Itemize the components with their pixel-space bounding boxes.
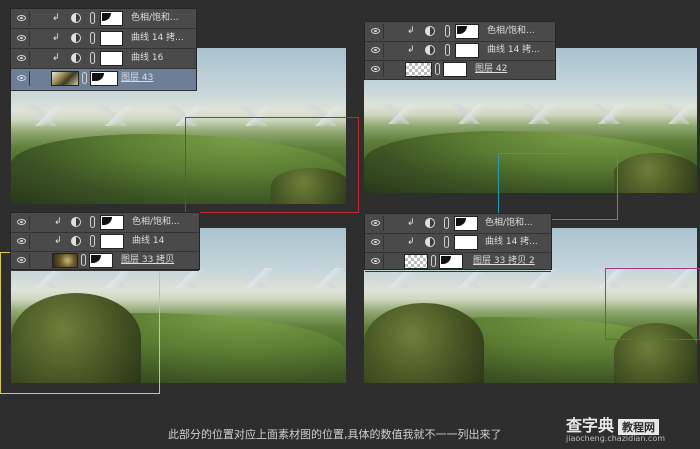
eye-icon[interactable] — [368, 235, 384, 250]
layer-name: 色相/饱和... — [487, 26, 535, 36]
chain-link-icon — [435, 63, 440, 75]
adjustment-icon — [71, 33, 81, 43]
eye-icon[interactable] — [368, 43, 384, 58]
eye-icon[interactable] — [368, 216, 384, 231]
eye-icon[interactable] — [14, 71, 30, 86]
clip-arrow-icon: ↲ — [54, 236, 62, 246]
layer-name: 曲线 14 拷... — [485, 237, 538, 247]
layer-name: 曲线 14 拷... — [487, 45, 540, 55]
clip-arrow-icon: ↲ — [407, 218, 415, 228]
layer-name: 图层 43 — [121, 73, 154, 83]
watermark: 查字典 教程网 jiaocheng.chazidian.com — [566, 412, 694, 448]
layer-row[interactable]: ↲ 色相/饱和... — [365, 214, 551, 234]
chain-link-icon — [82, 72, 87, 84]
adjustment-icon — [425, 26, 435, 36]
layer-row[interactable]: ↲ 色相/饱和... — [11, 213, 199, 233]
clip-arrow-icon: ↲ — [52, 13, 60, 23]
eye-icon[interactable] — [14, 234, 30, 249]
layer-row[interactable]: ↲ 曲线 14 拷... — [11, 29, 196, 49]
chain-link-icon — [444, 217, 449, 229]
layer-name: 曲线 16 — [131, 53, 164, 63]
eye-icon[interactable] — [14, 11, 30, 26]
clip-arrow-icon: ↲ — [407, 237, 415, 247]
adjustment-icon — [71, 53, 81, 63]
chain-link-icon — [81, 254, 86, 266]
layer-mask-thumbnail — [443, 62, 467, 77]
eye-icon[interactable] — [14, 51, 30, 66]
clip-arrow-icon: ↲ — [407, 26, 415, 36]
layer-row[interactable]: 图层 33 拷贝 — [11, 251, 199, 271]
layer-name: 色相/饱和... — [485, 218, 533, 228]
layers-panel-3: ↲ 色相/饱和... ↲ 曲线 14 图层 33 拷贝 — [10, 212, 200, 271]
layer-name: 图层 33 拷贝 2 — [473, 256, 535, 266]
layer-thumbnail — [405, 62, 432, 77]
chain-link-icon — [90, 12, 95, 24]
layer-thumbnail — [52, 253, 78, 268]
adjustment-icon — [425, 237, 435, 247]
chain-link-icon — [90, 32, 95, 44]
chain-link-icon — [445, 25, 450, 37]
watermark-url: jiaocheng.chazidian.com — [566, 434, 666, 443]
layer-thumbnail — [404, 254, 428, 269]
adjustment-icon — [71, 236, 81, 246]
layers-panel-2: ↲ 色相/饱和... ↲ 曲线 14 拷... 图层 42 — [364, 21, 556, 80]
clip-arrow-icon: ↲ — [407, 45, 415, 55]
layer-mask-thumbnail — [100, 51, 123, 66]
eye-icon[interactable] — [14, 253, 30, 268]
clip-arrow-icon: ↲ — [52, 33, 60, 43]
layer-row[interactable]: ↲ 曲线 14 — [11, 232, 199, 252]
chain-link-icon — [445, 44, 450, 56]
layer-mask-thumbnail — [439, 254, 463, 269]
layer-mask-thumbnail — [100, 215, 124, 230]
layer-mask-thumbnail — [89, 253, 113, 268]
adjustment-icon — [71, 217, 81, 227]
layer-row[interactable]: ↲ 色相/饱和... — [365, 22, 555, 42]
chain-link-icon — [90, 235, 95, 247]
layer-name: 曲线 14 拷... — [131, 33, 184, 43]
layer-row[interactable]: 图层 42 — [365, 60, 555, 80]
layer-row-selected[interactable]: 图层 43 — [11, 69, 196, 91]
chain-link-icon — [444, 236, 449, 248]
eye-icon[interactable] — [368, 254, 384, 269]
watermark-brand-text: 查字典 — [566, 416, 615, 435]
layer-row[interactable]: 图层 33 拷贝 2 — [365, 252, 551, 272]
layer-row[interactable]: ↲ 曲线 14 拷... — [365, 233, 551, 253]
chain-link-icon — [431, 255, 436, 267]
layer-mask-thumbnail — [455, 43, 479, 58]
layer-name: 图层 33 拷贝 — [121, 255, 175, 265]
layers-panel-1: ↲ 色相/饱和... ↲ 曲线 14 拷... ↲ 曲线 16 图层 43 — [10, 8, 197, 91]
layer-mask-thumbnail — [454, 216, 478, 231]
layer-thumbnail — [51, 71, 79, 86]
layer-name: 曲线 14 — [132, 236, 165, 246]
eye-icon[interactable] — [14, 31, 30, 46]
eye-icon[interactable] — [368, 62, 384, 77]
layer-row[interactable]: ↲ 色相/饱和... — [11, 9, 196, 29]
eye-icon[interactable] — [14, 215, 30, 230]
eye-icon[interactable] — [368, 24, 384, 39]
layer-mask-thumbnail — [455, 24, 479, 39]
layer-mask-thumbnail — [100, 11, 123, 26]
adjustment-icon — [71, 13, 81, 23]
clip-arrow-icon: ↲ — [52, 53, 60, 63]
adjustment-icon — [425, 218, 435, 228]
layer-mask-thumbnail — [100, 31, 123, 46]
layer-row[interactable]: ↲ 曲线 16 — [11, 49, 196, 69]
layer-name: 图层 42 — [475, 64, 508, 74]
layer-mask-thumbnail — [90, 71, 118, 86]
clip-arrow-icon: ↲ — [54, 217, 62, 227]
layer-name: 色相/饱和... — [132, 217, 180, 227]
chain-link-icon — [90, 216, 95, 228]
chain-link-icon — [90, 52, 95, 64]
layer-mask-thumbnail — [100, 234, 124, 249]
layer-name: 色相/饱和... — [131, 13, 179, 23]
adjustment-icon — [425, 45, 435, 55]
watermark-badge: 教程网 — [618, 419, 660, 435]
layer-row[interactable]: ↲ 曲线 14 拷... — [365, 41, 555, 61]
layer-mask-thumbnail — [454, 235, 478, 250]
caption-text: 此部分的位置对应上面素材图的位置,具体的数值我就不一一列出来了 — [168, 428, 502, 441]
layers-panel-4: ↲ 色相/饱和... ↲ 曲线 14 拷... 图层 33 拷贝 2 — [364, 213, 552, 272]
watermark-brand: 查字典 教程网 — [566, 412, 660, 436]
